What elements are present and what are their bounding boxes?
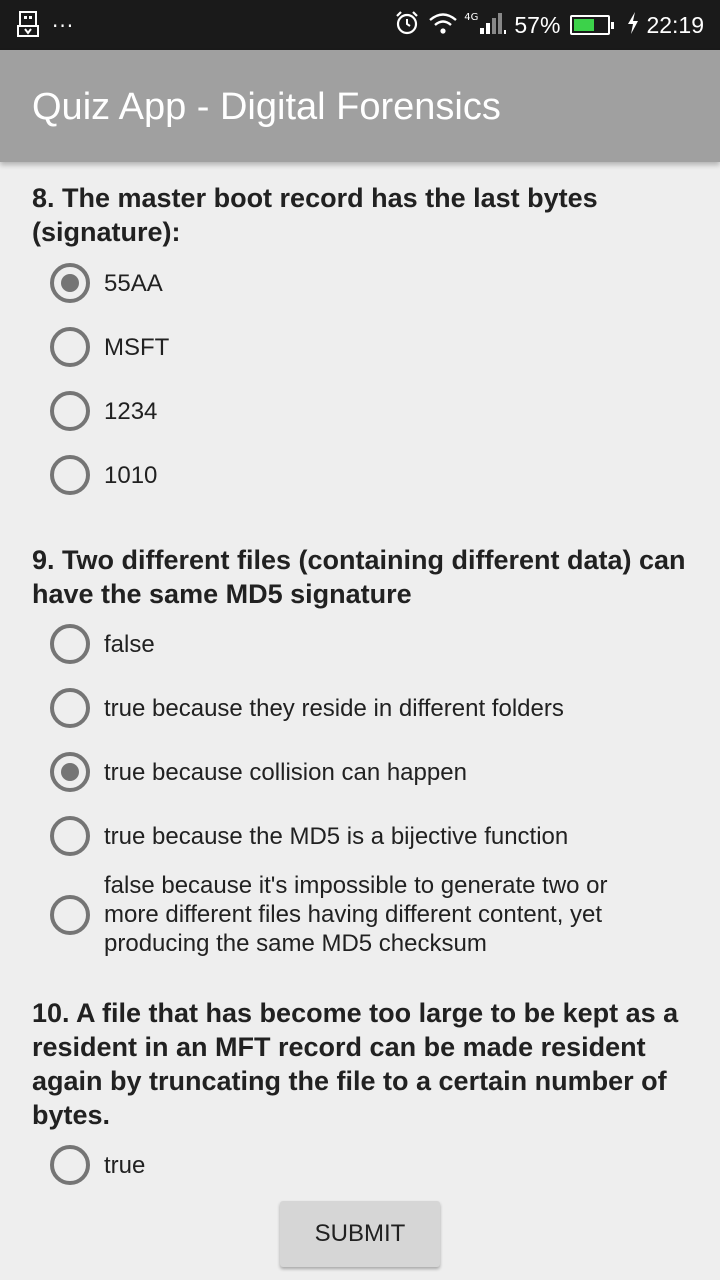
charging-icon [626,11,640,39]
more-dots-icon: ··· [52,14,75,38]
option-label: 1234 [104,397,158,425]
status-bar: ··· 4G 57% 22:19 [0,0,720,50]
radio-button[interactable] [50,624,90,664]
option-msft[interactable]: MSFT [50,327,690,367]
option-false-impossible[interactable]: false because it's impossible to generat… [50,871,690,958]
option-label: true because collision can happen [104,758,467,786]
app-title: Quiz App - Digital Forensics [32,86,501,128]
battery-icon [570,15,615,35]
radio-button[interactable] [50,1145,90,1185]
option-label: false [104,630,155,658]
radio-button-checked[interactable] [50,752,90,792]
option-label: MSFT [104,333,170,361]
submit-button[interactable]: SUBMIT [280,1201,440,1267]
app-bar: Quiz App - Digital Forensics [0,50,720,162]
option-55aa[interactable]: 55AA [50,263,690,303]
alarm-icon [394,10,420,40]
clock: 22:19 [646,11,704,38]
option-1010[interactable]: 1010 [50,455,690,495]
network-type: 4G [464,11,479,23]
option-label: 1010 [104,461,158,489]
question-10-text: 10. A file that has become too large to … [32,998,679,1130]
option-true-bijective[interactable]: true because the MD5 is a bijective func… [50,816,690,856]
radio-button[interactable] [50,455,90,495]
question-8-text: 8. The master boot record has the last b… [32,183,598,247]
option-label: 55AA [104,269,163,297]
usb-icon [16,10,40,42]
option-true-different-folders[interactable]: true because they reside in different fo… [50,688,690,728]
option-true[interactable]: true [50,1145,690,1185]
option-label: true because the MD5 is a bijective func… [104,822,569,850]
radio-button[interactable] [50,327,90,367]
question-9-text: 9. Two different files (containing diffe… [32,545,686,609]
option-false[interactable]: false [50,624,690,664]
option-true-collision[interactable]: true because collision can happen [50,752,690,792]
battery-percent: 57% [514,11,561,38]
radio-button[interactable] [50,816,90,856]
wifi-icon [428,11,458,39]
option-label: true [104,1151,146,1179]
option-label: true because they reside in different fo… [104,694,564,722]
radio-button[interactable] [50,688,90,728]
radio-button[interactable] [50,391,90,431]
option-1234[interactable]: 1234 [50,391,690,431]
radio-button-checked[interactable] [50,263,90,303]
signal-icon [478,10,508,40]
option-label: false because it's impossible to generat… [104,872,608,957]
radio-button[interactable] [50,894,90,935]
